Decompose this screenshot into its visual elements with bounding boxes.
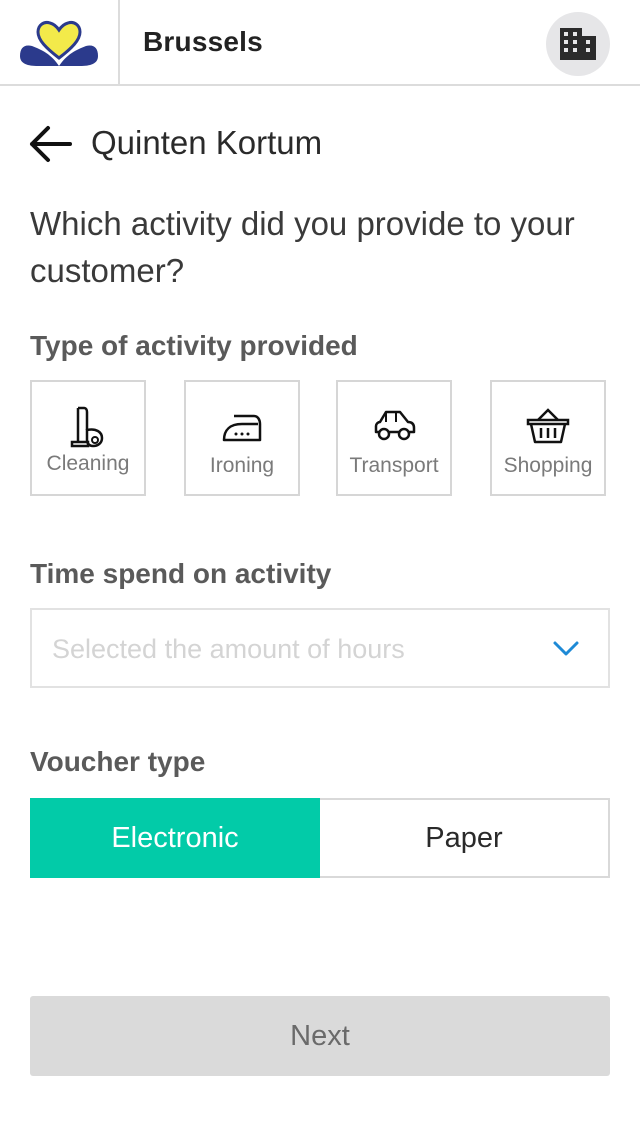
voucher-option-paper[interactable]: Paper (320, 798, 610, 878)
building-button[interactable] (546, 12, 610, 76)
activity-shopping[interactable]: Shopping (490, 380, 606, 496)
hours-select[interactable]: Selected the amount of hours (30, 608, 610, 688)
city-title: Brussels (143, 26, 263, 57)
back-button[interactable] (28, 120, 74, 168)
activity-label-shopping: Shopping (503, 454, 593, 477)
voucher-type-label: Voucher type (30, 746, 206, 777)
vacuum-icon (70, 406, 104, 448)
hours-select-placeholder: Selected the amount of hours (52, 634, 405, 664)
activity-type-label: Type of activity provided (30, 330, 358, 361)
activity-cleaning[interactable]: Cleaning (30, 380, 146, 496)
building-icon (560, 28, 596, 60)
brussels-heart-logo (18, 20, 100, 68)
car-icon (374, 410, 416, 441)
voucher-option-electronic[interactable]: Electronic (30, 798, 320, 878)
activity-label-ironing: Ironing (209, 454, 275, 477)
chevron-down-icon (553, 641, 579, 656)
top-bar-divider (118, 0, 120, 84)
activity-transport[interactable]: Transport (336, 380, 452, 496)
basket-icon (526, 408, 570, 444)
arrow-left-icon (30, 126, 72, 162)
activity-question: Which activity did you provide to your c… (30, 205, 575, 289)
activity-label-cleaning: Cleaning (46, 452, 130, 475)
time-spend-label: Time spend on activity (30, 558, 332, 589)
iron-icon (222, 414, 262, 442)
customer-name: Quinten Kortum (91, 124, 323, 161)
top-bar: Brussels (0, 0, 640, 86)
activity-label-transport: Transport (349, 454, 439, 477)
activity-ironing[interactable]: Ironing (184, 380, 300, 496)
next-button[interactable]: Next (30, 996, 610, 1076)
